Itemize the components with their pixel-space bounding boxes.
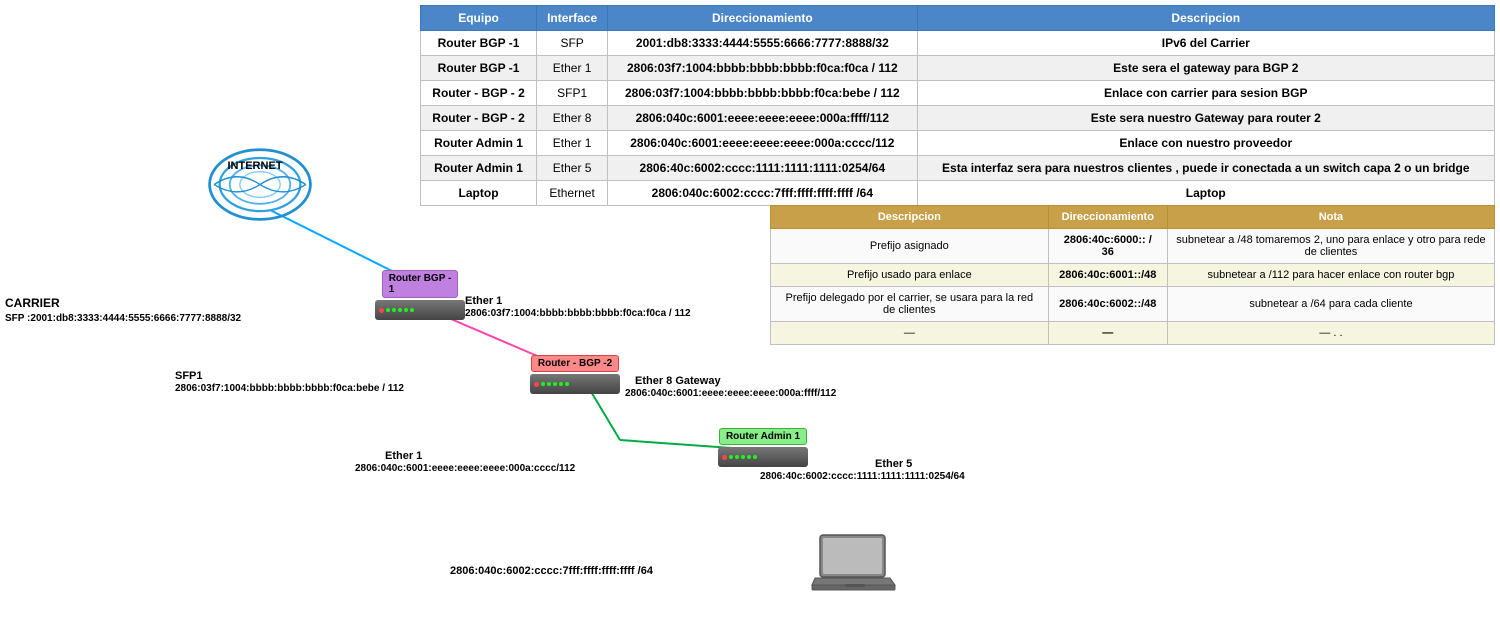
cell-descripcion: Enlace con nuestro proveedor	[917, 131, 1494, 156]
cell2-nota: subnetear a /64 para cada cliente	[1167, 287, 1494, 322]
cell-descripcion: Este sera nuestro Gateway para router 2	[917, 106, 1494, 131]
cell-interface: SFP	[537, 31, 608, 56]
col-interface: Interface	[537, 6, 608, 31]
table-row: Prefijo delegado por el carrier, se usar…	[771, 287, 1495, 322]
laptop-addr: 2806:040c:6002:cccc:7fff:ffff:ffff:ffff …	[450, 565, 653, 577]
cell-interface: Ether 1	[537, 56, 608, 81]
table-row: Router BGP -1SFP2001:db8:3333:4444:5555:…	[421, 31, 1495, 56]
cell2-direccionamiento: 2806:40c:6001::/48	[1048, 264, 1167, 287]
cell-interface: Ethernet	[537, 181, 608, 206]
cell-direccionamiento: 2806:03f7:1004:bbbb:bbbb:bbbb:f0ca:bebe …	[608, 81, 917, 106]
main-table-container: Equipo Interface Direccionamiento Descri…	[420, 5, 1495, 206]
cell-equipo: Laptop	[421, 181, 537, 206]
second-table: Descripcion Direccionamiento Nota Prefij…	[770, 205, 1495, 345]
table-row: Router BGP -1Ether 12806:03f7:1004:bbbb:…	[421, 56, 1495, 81]
table-row: Router - BGP - 2SFP12806:03f7:1004:bbbb:…	[421, 81, 1495, 106]
col2-nota: Nota	[1167, 206, 1494, 229]
cell-descripcion: Laptop	[917, 181, 1494, 206]
cell-equipo: Router - BGP - 2	[421, 81, 537, 106]
table-row: Prefijo usado para enlace2806:40c:6001::…	[771, 264, 1495, 287]
col-equipo: Equipo	[421, 6, 537, 31]
cell-direccionamiento: 2806:40c:6002:cccc:1111:1111:1111:0254/6…	[608, 156, 917, 181]
col2-direccionamiento: Direccionamiento	[1048, 206, 1167, 229]
cell-direccionamiento: 2806:040c:6001:eeee:eeee:eeee:000a:cccc/…	[608, 131, 917, 156]
carrier-label: CARRIER SFP :2001:db8:3333:4444:5555:666…	[5, 295, 241, 326]
cell2-descripcion: Prefijo asignado	[771, 229, 1049, 264]
table-row: Router - BGP - 2Ether 82806:040c:6001:ee…	[421, 106, 1495, 131]
internet-cloud: INTERNET	[195, 130, 325, 240]
col-descripcion: Descripcion	[917, 6, 1494, 31]
router-bgp1-label: Router BGP -1	[382, 270, 459, 298]
router-bgp1: Router BGP -1	[375, 270, 465, 320]
bgp2-sfp1-label: SFP1	[175, 370, 203, 382]
bgp2-ether8-addr: 2806:040c:6001:eeee:eeee:eeee:000a:ffff/…	[625, 388, 836, 399]
bgp1-ether1-addr: 2806:03f7:1004:bbbb:bbbb:bbbb:f0ca:f0ca …	[465, 308, 691, 319]
cell-descripcion: Este sera el gateway para BGP 2	[917, 56, 1494, 81]
cell-interface: Ether 8	[537, 106, 608, 131]
table-row: Router Admin 1Ether 12806:040c:6001:eeee…	[421, 131, 1495, 156]
cell-direccionamiento: 2001:db8:3333:4444:5555:6666:7777:8888/3…	[608, 31, 917, 56]
cell2-descripcion: Prefijo usado para enlace	[771, 264, 1049, 287]
admin1-ether5-label: Ether 5	[875, 458, 912, 470]
cell-equipo: Router BGP -1	[421, 31, 537, 56]
col2-descripcion: Descripcion	[771, 206, 1049, 229]
admin1-ether1-label: Ether 1	[385, 450, 422, 462]
cell2-direccionamiento: —	[1048, 322, 1167, 345]
table-row: ——— . .	[771, 322, 1495, 345]
cell-direccionamiento: 2806:040c:6001:eeee:eeee:eeee:000a:ffff/…	[608, 106, 917, 131]
cell-direccionamiento: 2806:03f7:1004:bbbb:bbbb:bbbb:f0ca:f0ca …	[608, 56, 917, 81]
main-table: Equipo Interface Direccionamiento Descri…	[420, 5, 1495, 206]
cell-equipo: Router - BGP - 2	[421, 106, 537, 131]
cell-descripcion: IPv6 del Carrier	[917, 31, 1494, 56]
internet-label: INTERNET	[195, 160, 315, 172]
cell2-nota: subnetear a /48 tomaremos 2, uno para en…	[1167, 229, 1494, 264]
bgp2-sfp1-addr: 2806:03f7:1004:bbbb:bbbb:bbbb:f0ca:bebe …	[175, 383, 404, 394]
table-row: Prefijo asignado2806:40c:6000:: / 36subn…	[771, 229, 1495, 264]
router-bgp2-label: Router - BGP -2	[531, 355, 619, 372]
cell-interface: Ether 5	[537, 156, 608, 181]
router-admin1: Router Admin 1	[718, 428, 808, 467]
cell2-descripcion: Prefijo delegado por el carrier, se usar…	[771, 287, 1049, 322]
cell-direccionamiento: 2806:040c:6002:cccc:7fff:ffff:ffff:ffff …	[608, 181, 917, 206]
bgp1-ether1-label: Ether 1	[465, 295, 502, 307]
cell-equipo: Router BGP -1	[421, 56, 537, 81]
table-row: LaptopEthernet2806:040c:6002:cccc:7fff:f…	[421, 181, 1495, 206]
cell2-direccionamiento: 2806:40c:6000:: / 36	[1048, 229, 1167, 264]
cell2-nota: subnetear a /112 para hacer enlace con r…	[1167, 264, 1494, 287]
bgp2-ether8-label: Ether 8 Gateway	[635, 375, 721, 387]
cell-interface: Ether 1	[537, 131, 608, 156]
admin1-ether1-addr: 2806:040c:6001:eeee:eeee:eeee:000a:cccc/…	[355, 463, 575, 474]
admin1-ether5-addr: 2806:40c:6002:cccc:1111:1111:1111:0254/6…	[760, 471, 965, 482]
router-bgp2: Router - BGP -2	[530, 355, 620, 394]
cell-equipo: Router Admin 1	[421, 156, 537, 181]
cell2-direccionamiento: 2806:40c:6002::/48	[1048, 287, 1167, 322]
cell2-nota: — . .	[1167, 322, 1494, 345]
laptop-icon	[810, 530, 900, 605]
cell2-descripcion: —	[771, 322, 1049, 345]
col-direccionamiento: Direccionamiento	[608, 6, 917, 31]
cell-equipo: Router Admin 1	[421, 131, 537, 156]
cell-descripcion: Enlace con carrier para sesion BGP	[917, 81, 1494, 106]
cell-interface: SFP1	[537, 81, 608, 106]
table-row: Router Admin 1Ether 52806:40c:6002:cccc:…	[421, 156, 1495, 181]
cell-descripcion: Esta interfaz sera para nuestros cliente…	[917, 156, 1494, 181]
router-admin1-label: Router Admin 1	[719, 428, 807, 445]
second-table-container: Descripcion Direccionamiento Nota Prefij…	[770, 205, 1495, 345]
